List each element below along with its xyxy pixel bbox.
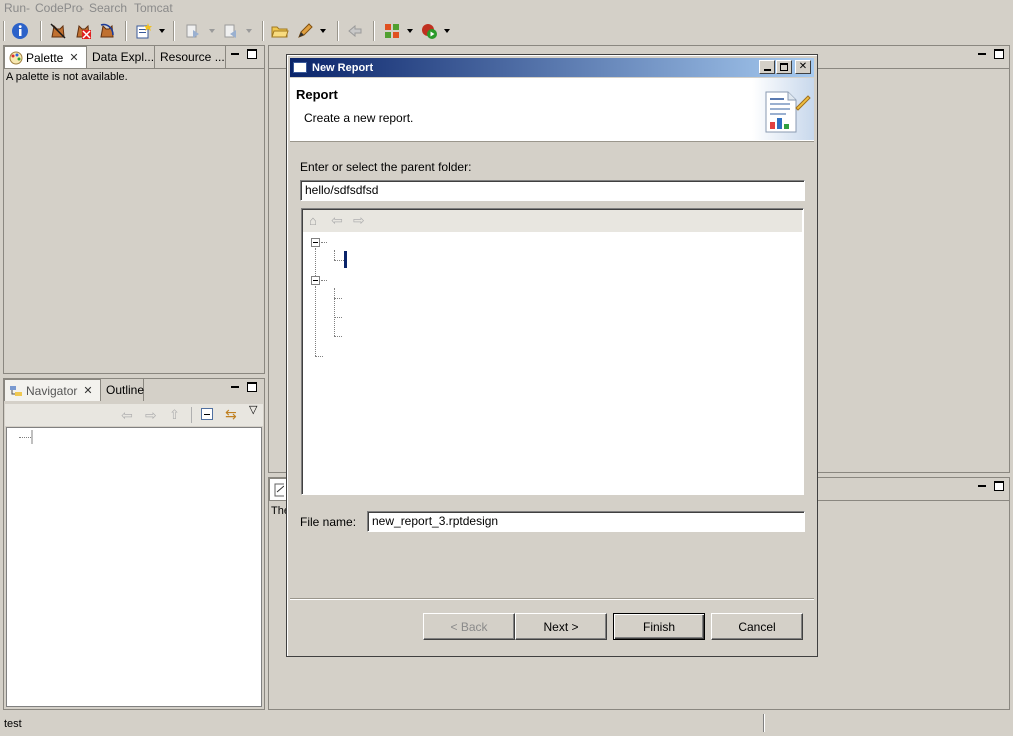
tab-navigator-label: Navigator — [26, 383, 78, 398]
status-bar: test — [0, 714, 1013, 736]
file-name-label: File name: — [300, 515, 357, 529]
folder-tree[interactable]: ⌂ ⇦ ⇨ — [301, 208, 804, 495]
menu-codepro[interactable]: CodePro — [35, 1, 82, 15]
navigator-tree[interactable] — [6, 427, 262, 707]
parent-folder-label: Enter or select the parent folder: — [300, 160, 472, 174]
navigator-view-tabs: Navigator ✕ Outline — [4, 379, 264, 401]
properties-icon — [274, 483, 284, 496]
maximize-icon[interactable] — [994, 49, 1004, 59]
tab-resource-explorer-label: Resource ... — [160, 50, 225, 64]
minimize-icon[interactable] — [230, 382, 240, 392]
prev-annotation-icon[interactable] — [221, 21, 241, 41]
view-menu-icon[interactable]: ▽ — [249, 403, 257, 416]
menu-run[interactable]: Run — [4, 1, 26, 15]
close-window-button[interactable]: ✕ — [795, 60, 811, 74]
navigator-icon — [10, 385, 22, 396]
button-bar-separator — [290, 598, 814, 600]
forward-arrow-icon[interactable]: ⇨ — [145, 407, 157, 424]
forward-arrow-icon[interactable]: ⇨ — [353, 212, 365, 229]
menu-tomcat[interactable]: Tomcat — [134, 1, 173, 15]
cat-restart-icon[interactable] — [97, 21, 117, 41]
back-arrow-icon[interactable]: ⇦ — [331, 212, 343, 229]
palette-view-tabs: Palette ✕ Data Expl... Resource ... — [4, 46, 264, 68]
minimize-icon[interactable] — [977, 49, 987, 59]
up-folder-icon[interactable]: ⇧ — [169, 407, 180, 423]
navigator-view: Navigator ✕ Outline ⇦ ⇨ ⇧ ⇆ ▽ — [3, 378, 265, 710]
palette-message: A palette is not available. — [6, 71, 128, 83]
run-debug-icon[interactable] — [419, 21, 439, 41]
dialog-titlebar[interactable]: New Report ✕ — [290, 58, 814, 77]
collapse-all-icon[interactable] — [201, 408, 213, 420]
menu-bar: Run - CodePro - Search Tomcat — [4, 1, 173, 15]
next-annotation-icon[interactable] — [183, 21, 203, 41]
palette-icon — [9, 51, 23, 64]
new-report-dialog: New Report ✕ Report Create a new report. — [286, 54, 818, 657]
open-folder-icon[interactable] — [270, 21, 290, 41]
expand-toggle-icon[interactable] — [311, 276, 320, 285]
status-divider — [763, 714, 765, 732]
puzzle-icon[interactable] — [382, 21, 402, 41]
expand-toggle-icon[interactable] — [311, 238, 320, 247]
next-button[interactable]: Next > — [515, 613, 607, 640]
status-text: test — [4, 718, 22, 730]
menu-search[interactable]: Search — [89, 1, 127, 15]
banner-title: Report — [296, 87, 338, 102]
minimize-window-button[interactable] — [759, 60, 775, 74]
navigator-toolbar: ⇦ ⇨ ⇧ ⇆ ▽ — [5, 404, 263, 426]
info-icon[interactable] — [10, 21, 30, 41]
file-name-input[interactable]: new_report_3.rptdesign — [367, 511, 805, 532]
dialog-title: New Report — [312, 61, 374, 74]
tab-navigator[interactable]: Navigator ✕ — [4, 379, 101, 401]
tab-outline[interactable]: Outline — [102, 379, 144, 401]
tab-palette-label: Palette — [26, 50, 64, 65]
back-arrow-icon[interactable]: ⇦ — [121, 407, 133, 424]
cat-stop-icon[interactable] — [73, 21, 93, 41]
maximize-window-button[interactable] — [776, 60, 792, 74]
cancel-button[interactable]: Cancel — [711, 613, 803, 640]
tab-outline-label: Outline — [106, 383, 145, 397]
selected-tree-item[interactable] — [344, 251, 347, 268]
report-wizard-icon — [752, 78, 814, 140]
banner-description: Create a new report. — [304, 111, 414, 125]
folder-tree-toolbar: ⌂ ⇦ ⇨ — [303, 210, 802, 232]
palette-view: Palette ✕ Data Expl... Resource ... A pa… — [3, 45, 265, 374]
parent-folder-input[interactable]: hello/sdfsdfsd — [300, 180, 805, 201]
minimize-icon[interactable] — [977, 481, 987, 491]
close-icon[interactable]: ✕ — [83, 384, 92, 397]
tab-data-explorer[interactable]: Data Expl... — [88, 46, 155, 68]
maximize-icon — [780, 63, 788, 71]
new-wizard-icon[interactable] — [134, 21, 154, 41]
home-icon[interactable]: ⌂ — [309, 213, 317, 228]
tab-data-explorer-label: Data Expl... — [92, 50, 155, 64]
close-icon[interactable]: ✕ — [69, 51, 78, 64]
cat-run-icon[interactable] — [48, 21, 68, 41]
main-toolbar — [0, 17, 1013, 44]
finish-button[interactable]: Finish — [613, 613, 705, 640]
minimize-icon — [763, 69, 771, 71]
tab-resource-explorer[interactable]: Resource ... — [156, 46, 226, 68]
pen-icon[interactable] — [295, 21, 315, 41]
back-icon[interactable] — [345, 21, 365, 41]
tab-palette[interactable]: Palette ✕ — [4, 46, 87, 68]
close-icon: ✕ — [798, 61, 808, 72]
link-editor-icon[interactable]: ⇆ — [225, 406, 237, 423]
maximize-icon[interactable] — [247, 382, 257, 392]
maximize-icon[interactable] — [247, 49, 257, 59]
minimize-icon[interactable] — [230, 49, 240, 59]
back-button[interactable]: < Back — [423, 613, 515, 640]
maximize-icon[interactable] — [994, 481, 1004, 491]
window-icon — [293, 62, 307, 73]
wizard-banner: Report Create a new report. — [290, 78, 814, 142]
